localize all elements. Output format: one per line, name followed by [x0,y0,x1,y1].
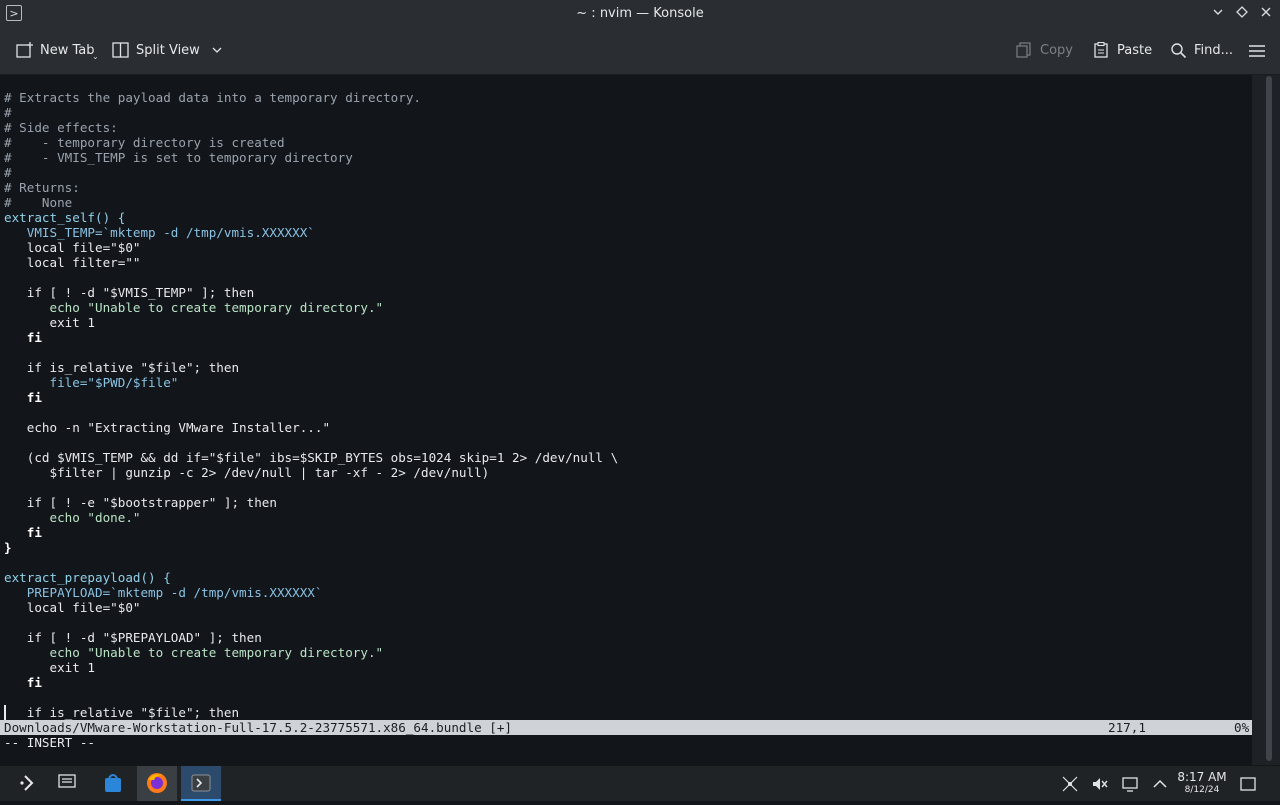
show-desktop-icon[interactable] [1238,774,1258,794]
nvim-status-line: Downloads/VMware-Workstation-Full-17.5.2… [0,720,1252,735]
code-line: # - VMIS_TEMP is set to temporary direct… [4,150,353,165]
paste-label: Paste [1117,43,1153,58]
code-line: PREPAYLOAD=`mktemp -d /tmp/vmis.XXXXXX` [4,585,323,600]
clock-date: 8/12/24 [1184,785,1220,795]
firefox-taskbar-button[interactable] [137,766,177,801]
new-tab-button[interactable]: New Tab ⌄ [16,39,99,63]
copy-button[interactable]: Copy [1016,39,1073,63]
code-line: # Returns: [4,180,80,195]
code-line: exit 1 [4,315,95,330]
code-line: extract_prepayload() { [4,570,171,585]
code-line: extract_self() { [4,210,126,225]
code-line: # Extracts the payload data into a tempo… [4,90,422,105]
scrollbar-thumb[interactable] [1266,76,1272,761]
code-line: fi [4,525,42,540]
status-cursor-position: 217,1 [1108,720,1146,735]
find-button[interactable]: Find... [1170,39,1233,63]
code-line: # [4,105,12,120]
display-icon[interactable] [1121,774,1141,794]
code-line: if [ ! -d "$PREPAYLOAD" ]; then [4,630,262,645]
code-line: $filter | gunzip -c 2> /dev/null | tar -… [4,465,490,480]
search-icon [1170,42,1188,58]
code-line: # Side effects: [4,120,118,135]
code-line: echo "Unable to create temporary directo… [4,645,384,660]
close-icon[interactable] [1256,4,1276,24]
split-view-label: Split View [136,43,200,58]
code-line: } [4,540,12,555]
code-line: # None [4,195,73,210]
code-line: file="$PWD/$file" [4,375,179,390]
code-line: local file="$0" [4,600,141,615]
code-line: fi [4,675,42,690]
copy-icon [1016,41,1034,58]
code-line: local filter="" [4,255,141,270]
editor-buffer[interactable]: # Extracts the payload data into a tempo… [4,90,618,720]
code-line: echo -n "Extracting VMware Installer..." [4,420,331,435]
store-icon [105,774,121,792]
code-line: fi [4,330,42,345]
status-scroll-percent: 0% [1234,720,1250,735]
hamburger-menu-icon [1249,44,1265,57]
task-manager-button[interactable] [48,766,88,801]
application-launcher-icon [20,775,34,791]
clock-time: 8:17 AM [1177,770,1227,784]
title-bar: > ~ : nvim — Konsole [0,0,1280,28]
window-title: ~ : nvim — Konsole [576,6,704,21]
copy-label: Copy [1040,43,1073,58]
chevron-up-icon[interactable] [1150,774,1170,794]
text-cursor [4,705,6,720]
code-line: VMIS_TEMP=`mktemp -d /tmp/vmis.XXXXXX` [4,225,315,240]
code-line: # [4,165,12,180]
code-line: if is_relative "$file"; then [4,360,240,375]
volume-muted-icon[interactable] [1090,774,1110,794]
code-line: local file="$0" [4,240,141,255]
code-line: echo "Unable to create temporary directo… [4,300,384,315]
clock[interactable]: 8:17 AM 8/12/24 [1176,770,1228,796]
code-line: (cd $VMIS_TEMP && dd if="$file" ibs=$SKI… [4,450,619,465]
paste-icon [1093,41,1111,58]
new-tab-label: New Tab [40,43,95,58]
hamburger-menu-button[interactable] [1248,39,1266,63]
status-file-name: Downloads/VMware-Workstation-Full-17.5.2… [4,720,512,735]
code-line: if [ ! -e "$bootstrapper" ]; then [4,495,277,510]
split-view-icon [112,41,130,58]
terminal-view[interactable]: # Extracts the payload data into a tempo… [0,75,1252,752]
paste-button[interactable]: Paste [1093,39,1152,63]
taskbar: 8:17 AM 8/12/24 [0,765,1280,801]
chevron-down-icon [212,43,222,58]
chevron-down-icon: ⌄ [92,52,99,61]
code-line: if [ ! -d "$VMIS_TEMP" ]; then [4,285,255,300]
code-line: fi [4,390,42,405]
konsole-taskbar-button[interactable] [181,766,221,801]
code-line: echo "done." [4,510,141,525]
application-launcher-button[interactable] [8,766,48,801]
firefox-icon [147,773,167,793]
new-tab-icon [16,41,34,58]
code-line: # - temporary directory is created [4,135,285,150]
code-line: exit 1 [4,660,95,675]
maximize-icon[interactable] [1232,4,1252,24]
find-label: Find... [1194,43,1234,58]
task-manager-icon [58,774,76,788]
network-icon[interactable] [1060,774,1080,794]
split-view-button[interactable]: Split View [112,39,222,63]
code-line: if is_relative "$file"; then [4,705,240,720]
mode-indicator: -- INSERT -- [4,735,95,750]
minimize-icon[interactable] [1208,4,1228,24]
store-button[interactable] [93,766,133,801]
konsole-icon [191,774,211,792]
toolbar: New Tab ⌄ Split View Copy Paste Find... [0,28,1280,75]
